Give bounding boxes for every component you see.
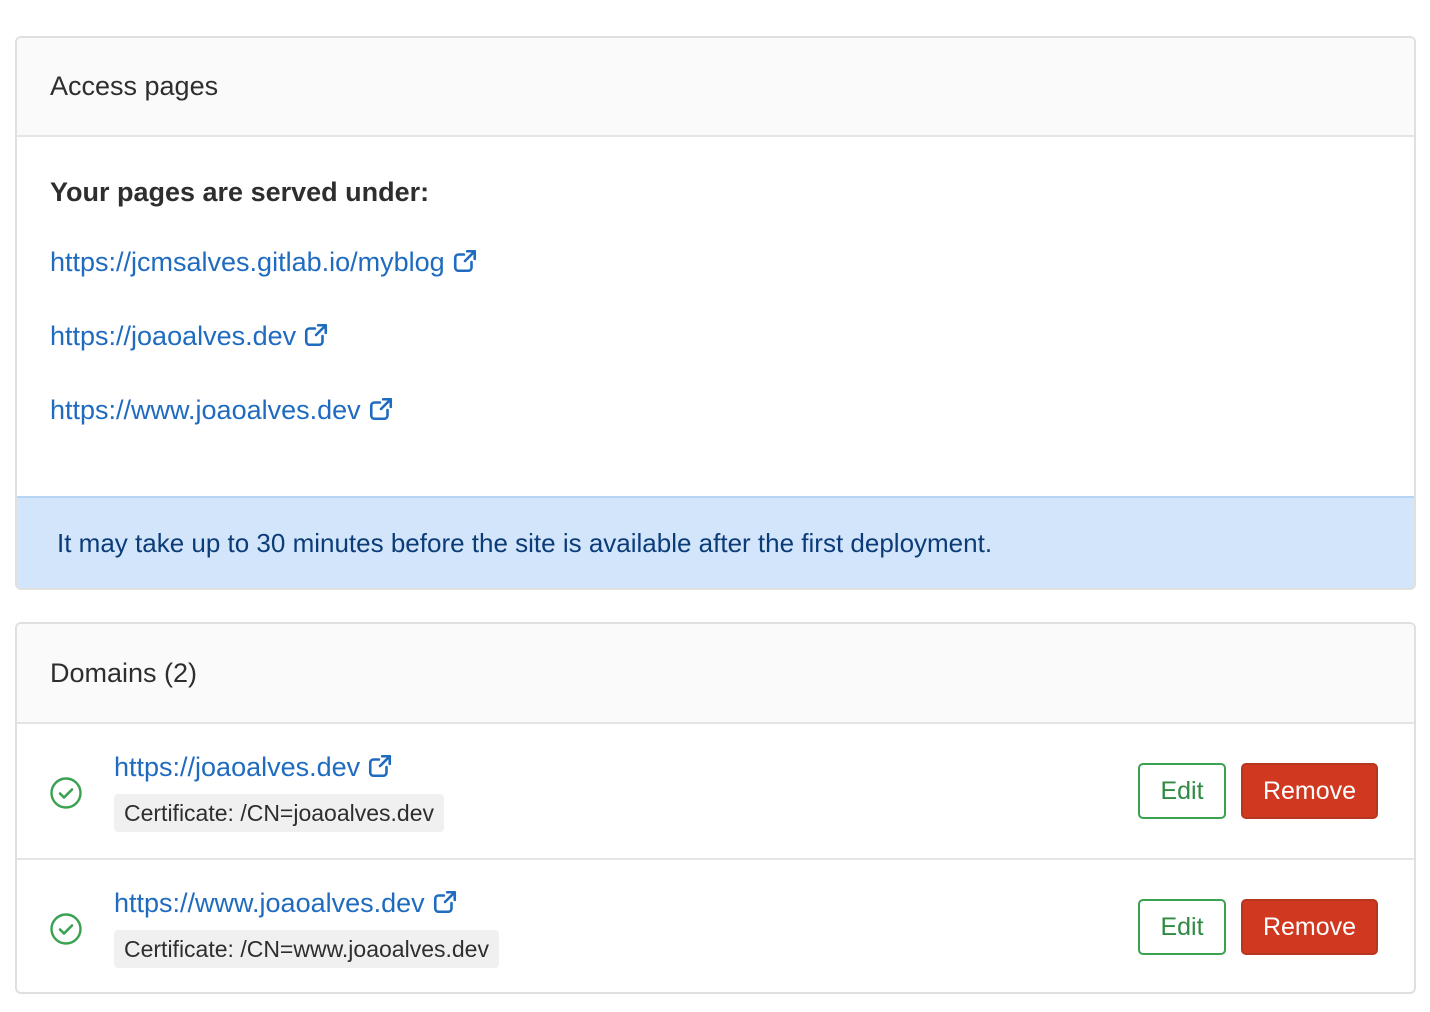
edit-domain-button[interactable]: Edit — [1138, 763, 1226, 819]
page-link[interactable]: https://www.joaoalves.dev — [50, 395, 361, 426]
access-pages-card: Access pages Your pages are served under… — [15, 36, 1416, 590]
domains-title: Domains (2) — [50, 657, 198, 688]
external-link-icon[interactable] — [432, 889, 458, 915]
deployment-info-alert: It may take up to 30 minutes before the … — [17, 496, 1414, 588]
certificate-badge: Certificate: /CN=joaoalves.dev — [114, 794, 445, 832]
page-link-row: https://jcmsalves.gitlab.io/myblog — [50, 247, 478, 278]
domain-link[interactable]: https://joaoalves.dev — [114, 752, 360, 783]
check-circle-icon — [49, 912, 83, 946]
access-pages-body: Your pages are served under: https://jcm… — [17, 137, 1414, 498]
page-link[interactable]: https://joaoalves.dev — [50, 321, 296, 352]
domain-link-row: https://www.joaoalves.dev — [114, 888, 458, 919]
page-link-row: https://www.joaoalves.dev — [50, 395, 394, 426]
domain-row: https://joaoalves.dev Certificate: /CN=j… — [17, 724, 1414, 860]
domains-header: Domains (2) — [17, 624, 1414, 724]
page-link-row: https://joaoalves.dev — [50, 321, 329, 352]
external-link-icon[interactable] — [303, 322, 329, 348]
access-pages-title: Access pages — [50, 71, 219, 101]
served-under-title: Your pages are served under: — [50, 177, 430, 207]
check-circle-icon — [49, 776, 83, 810]
external-link-icon[interactable] — [367, 753, 393, 779]
external-link-icon[interactable] — [452, 248, 478, 274]
certificate-badge: Certificate: /CN=www.joaoalves.dev — [114, 930, 499, 968]
domain-row: https://www.joaoalves.dev Certificate: /… — [17, 860, 1414, 992]
deployment-info-text: It may take up to 30 minutes before the … — [57, 527, 993, 558]
page-link[interactable]: https://jcmsalves.gitlab.io/myblog — [50, 247, 445, 278]
domain-link-row: https://joaoalves.dev — [114, 752, 393, 783]
access-pages-header: Access pages — [17, 38, 1414, 137]
domains-card: Domains (2) https://joaoalves.dev Certif… — [15, 622, 1416, 994]
remove-domain-button[interactable]: Remove — [1241, 763, 1378, 819]
domain-link[interactable]: https://www.joaoalves.dev — [114, 888, 425, 919]
edit-domain-button[interactable]: Edit — [1138, 899, 1226, 955]
external-link-icon[interactable] — [368, 396, 394, 422]
remove-domain-button[interactable]: Remove — [1241, 899, 1378, 955]
